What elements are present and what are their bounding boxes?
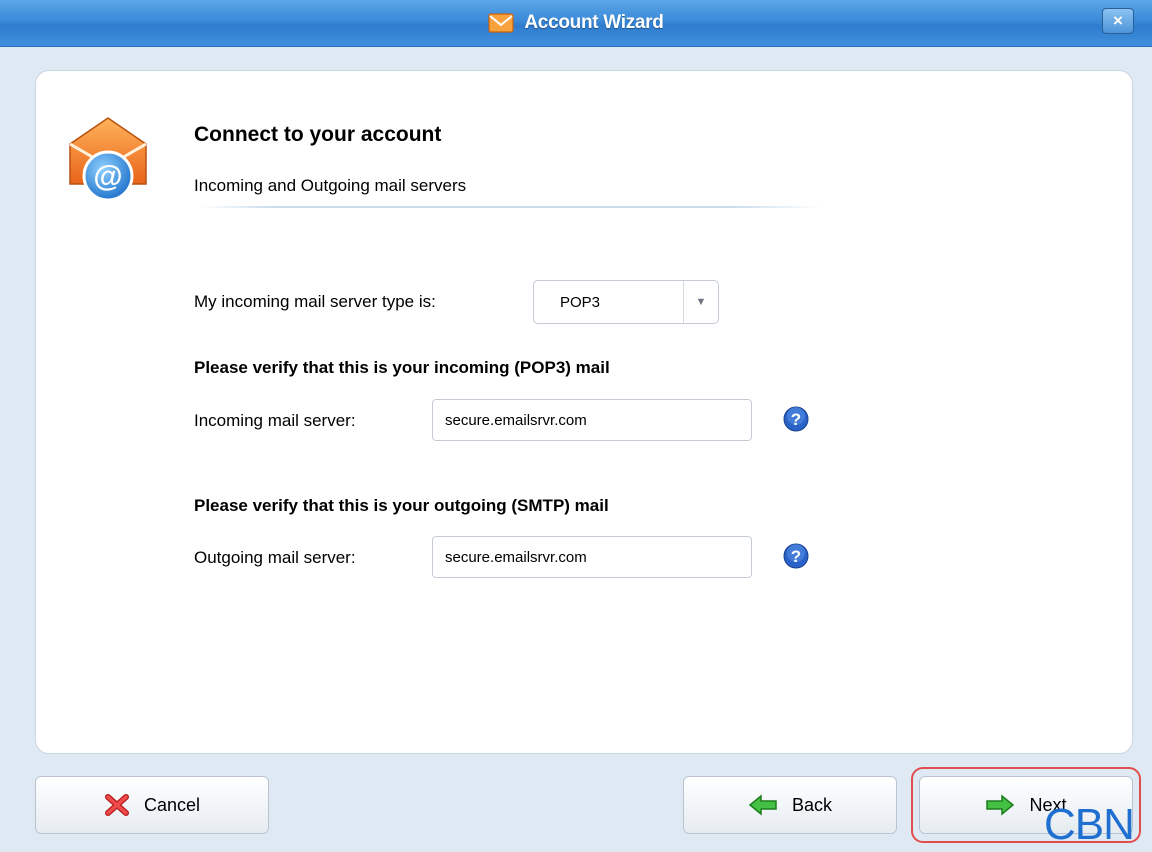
- envelope-icon: [488, 13, 514, 33]
- email-at-icon: @: [69, 117, 147, 202]
- incoming-server-label: Incoming mail server:: [194, 411, 356, 430]
- outgoing-heading: Please verify that this is your outgoing…: [194, 496, 609, 515]
- server-type-select[interactable]: POP3 ▼: [533, 280, 719, 324]
- help-icon[interactable]: ?: [783, 543, 809, 569]
- svg-text:?: ?: [791, 547, 801, 566]
- account-wizard-window: Account Wizard × @ Connect to your accou…: [0, 0, 1152, 852]
- page-title: Connect to your account: [194, 123, 442, 146]
- chevron-down-icon[interactable]: ▼: [683, 281, 718, 323]
- help-icon[interactable]: ?: [783, 406, 809, 432]
- page-subtitle: Incoming and Outgoing mail servers: [194, 176, 467, 195]
- outgoing-server-input[interactable]: [432, 536, 752, 578]
- incoming-server-input[interactable]: [432, 399, 752, 441]
- red-x-icon: [104, 794, 129, 816]
- svg-text:?: ?: [791, 410, 801, 429]
- close-icon: ×: [1113, 11, 1123, 30]
- window-title: Account Wizard: [524, 12, 664, 33]
- svg-text:@: @: [93, 160, 122, 193]
- outgoing-server-label: Outgoing mail server:: [194, 548, 356, 567]
- cancel-label: Cancel: [143, 794, 201, 815]
- cancel-button[interactable]: Cancel: [35, 776, 269, 834]
- header-divider: [200, 206, 822, 208]
- back-button[interactable]: Back: [683, 776, 897, 834]
- close-button[interactable]: ×: [1102, 8, 1134, 34]
- incoming-heading: Please verify that this is your incoming…: [194, 358, 610, 377]
- watermark: CBN: [1044, 800, 1135, 849]
- title-bar[interactable]: Account Wizard ×: [0, 0, 1152, 47]
- server-type-label: My incoming mail server type is:: [194, 292, 436, 311]
- green-arrow-left-icon: [748, 794, 777, 816]
- title-wrap: Account Wizard: [0, 0, 1152, 46]
- server-type-value: POP3: [560, 293, 601, 311]
- back-label: Back: [791, 794, 833, 815]
